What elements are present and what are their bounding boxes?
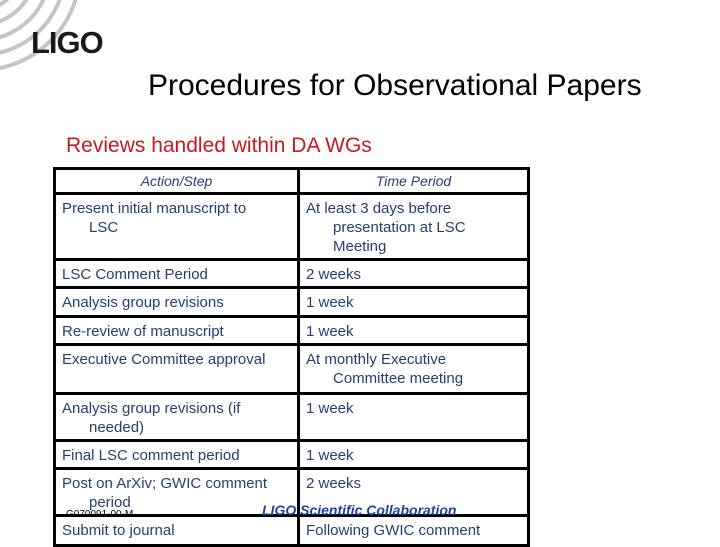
cell-text: 1 week	[306, 323, 354, 340]
document-id: G070091-00-M	[66, 509, 134, 520]
cell-text-continued: Committee meeting	[333, 370, 464, 387]
action-cell: Analysis group revisions	[53, 286, 300, 318]
period-cell: At least 3 days before presentation at LS…	[297, 192, 530, 261]
cell-text: Executive Committee approval	[62, 351, 266, 368]
action-cell: Executive Committee approval	[53, 343, 300, 395]
cell-text: LSC Comment Period	[62, 266, 208, 283]
cell-text: Analysis group revisions (if	[62, 400, 241, 417]
cell-text: 1 week	[306, 400, 354, 417]
cell-text: At monthly Executive	[306, 351, 447, 368]
period-cell: At monthly Executive Committee meeting	[297, 343, 530, 395]
cell-text: At least 3 days before	[306, 200, 452, 217]
period-cell: 1 week	[297, 439, 530, 470]
cell-text: 2 weeks	[306, 266, 362, 283]
table-row: Executive Committee approval At monthly E…	[53, 343, 530, 395]
cell-text: Re-review of manuscript	[62, 323, 224, 340]
period-cell: 1 week	[297, 392, 530, 442]
header-time-period: Time Period	[297, 167, 530, 195]
action-cell: Submit to journal	[53, 514, 300, 547]
cell-text: Final LSC comment period	[62, 447, 240, 464]
table-row: Final LSC comment period 1 week	[53, 439, 530, 470]
cell-text: 2 weeks	[306, 475, 362, 492]
table-row: LSC Comment Period 2 weeks	[53, 258, 530, 289]
cell-text: 1 week	[306, 294, 354, 311]
cell-text: Post on ArXiv; GWIC comment	[62, 475, 268, 492]
cell-text-continued: needed)	[89, 419, 145, 436]
table-row: Present initial manuscript to LSC At least…	[53, 192, 530, 261]
action-cell: Analysis group revisions (if needed)	[53, 392, 300, 442]
slide-subtitle: Reviews handled within DA WGs	[66, 134, 372, 157]
period-cell: 1 week	[297, 315, 530, 346]
table-header-row: Action/Step Time Period	[53, 167, 530, 195]
header-action-step: Action/Step	[53, 167, 300, 195]
collaboration-name: LIGO Scientific Collaboration	[262, 502, 457, 518]
action-cell: Re-review of manuscript	[53, 315, 300, 346]
cell-text: Analysis group revisions	[62, 294, 224, 311]
procedure-table: Action/Step Time Period Present initial …	[53, 167, 530, 547]
ligo-logo: LIGO	[31, 25, 104, 60]
cell-text: Present initial manuscript to	[62, 200, 247, 217]
table-row: Analysis group revisions (if needed) 1 wee…	[53, 392, 530, 442]
action-cell: Present initial manuscript to LSC	[53, 192, 300, 261]
period-cell: 1 week	[297, 286, 530, 318]
slide-title: Procedures for Observational Papers	[148, 69, 642, 102]
cell-text: Following GWIC comment	[306, 522, 481, 539]
period-cell: Following GWIC comment	[297, 514, 530, 547]
cell-text: Submit to journal	[62, 522, 175, 539]
table-row: Analysis group revisions 1 week	[53, 286, 530, 318]
action-cell: LSC Comment Period	[53, 258, 300, 289]
cell-text: 1 week	[306, 447, 354, 464]
table-row: Submit to journal Following GWIC comment	[53, 514, 530, 547]
table-row: Re-review of manuscript 1 week	[53, 315, 530, 346]
cell-text-continued: LSC	[89, 219, 119, 236]
period-cell: 2 weeks	[297, 258, 530, 289]
cell-text-continued: presentation at LSC Meeting	[333, 219, 466, 255]
action-cell: Final LSC comment period	[53, 439, 300, 470]
